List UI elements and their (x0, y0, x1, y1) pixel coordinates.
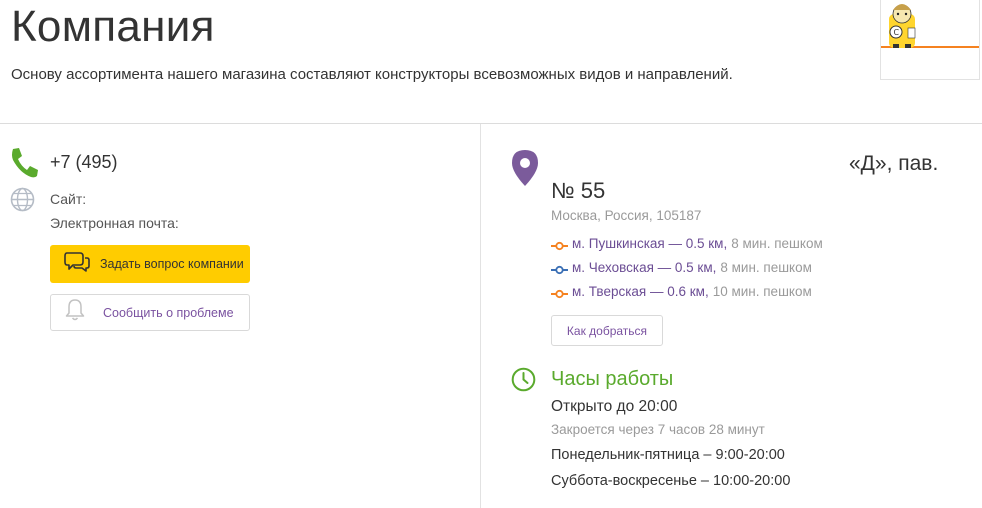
map-pin-icon (510, 149, 540, 192)
address-city: Москва, Россия, 105187 (551, 208, 702, 223)
globe-icon (10, 187, 35, 217)
phone-icon (9, 146, 39, 183)
closing-countdown: Закроется через 7 часов 28 минут (551, 422, 765, 437)
metro-station: м. Тверская — 0.6 км, 10 мин. пешком (551, 284, 812, 299)
metro-walk-time: 10 мин. пешком (712, 284, 812, 299)
email-label: Электронная почта: (50, 215, 179, 231)
metro-station: м. Пушкинская — 0.5 км, 8 мин. пешком (551, 236, 823, 251)
phone-number[interactable]: +7 (495) (50, 152, 118, 173)
schedule-weekend: Суббота-воскресенье – 10:00-20:00 (551, 473, 791, 489)
metro-name[interactable]: м. Чеховская — 0.5 км, (572, 260, 716, 275)
metro-line-icon (551, 287, 568, 298)
address-building: «Д», пав. (849, 152, 939, 175)
ask-question-button[interactable]: Задать вопрос компании (50, 245, 250, 283)
metro-name[interactable]: м. Тверская — 0.6 км, (572, 284, 709, 299)
open-status: Открыто до 20:00 (551, 398, 678, 415)
metro-name[interactable]: м. Пушкинская — 0.5 км, (572, 236, 727, 251)
company-description: Основу ассортимента нашего магазина сост… (11, 66, 733, 83)
get-directions-button[interactable]: Как добраться (551, 315, 663, 346)
metro-line-icon (551, 239, 568, 250)
company-header: Компания Основу ассортимента нашего мага… (0, 0, 982, 124)
metro-line-icon (551, 263, 568, 274)
schedule-weekdays: Понедельник-пятница – 9:00-20:00 (551, 447, 785, 463)
clock-icon (511, 367, 536, 397)
address-pavilion: № 55 (551, 178, 606, 203)
bell-icon (65, 298, 85, 327)
website-label: Сайт: (50, 191, 87, 207)
metro-walk-time: 8 мин. пешком (731, 236, 823, 251)
company-logo[interactable]: C (880, 0, 980, 80)
report-problem-button[interactable]: Сообщить о проблеме (50, 294, 250, 331)
metro-walk-time: 8 мин. пешком (720, 260, 812, 275)
ask-question-label: Задать вопрос компании (100, 257, 244, 271)
chat-icon (64, 251, 90, 278)
page-title: Компания (11, 2, 215, 51)
column-divider (480, 124, 481, 508)
report-problem-label: Сообщить о проблеме (103, 305, 234, 320)
svg-text:C: C (894, 28, 900, 37)
metro-station: м. Чеховская — 0.5 км, 8 мин. пешком (551, 260, 812, 275)
working-hours-title: Часы работы (551, 368, 674, 390)
